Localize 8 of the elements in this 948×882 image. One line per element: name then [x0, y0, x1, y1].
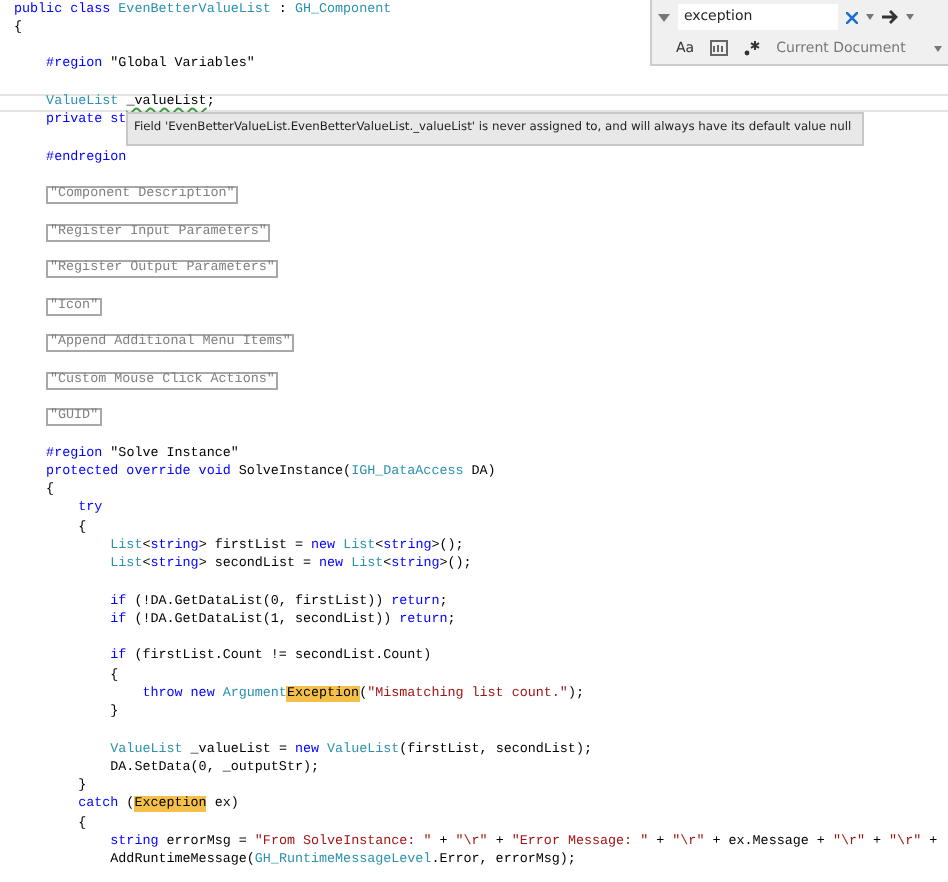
close-icon[interactable] [846, 11, 858, 23]
caret-icon[interactable] [906, 14, 914, 20]
regex-icon[interactable] [744, 40, 761, 57]
whole-word-icon[interactable] [710, 40, 729, 57]
expand-icon[interactable] [658, 13, 670, 21]
arrow-right-icon[interactable] [882, 10, 898, 24]
caret-icon[interactable] [866, 14, 874, 20]
caret-icon[interactable] [934, 45, 942, 52]
